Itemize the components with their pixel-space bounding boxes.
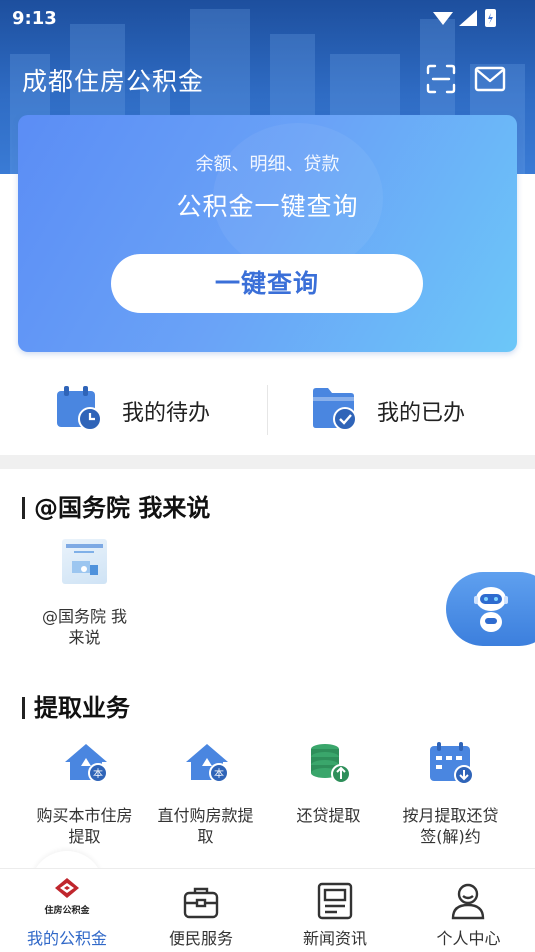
page-title: 成都住房公积金 [22,67,205,96]
svg-text:本: 本 [214,767,224,780]
house-icon: 本 [65,744,108,783]
withdraw-buy-local-house[interactable]: 购买本市住房 提取 [28,805,141,847]
my-pending-button[interactable]: 我的待办 [55,375,255,445]
briefcase-icon [183,887,219,919]
withdraw-loan-repayment[interactable]: 还贷提取 [270,805,387,826]
news-thumbnail-image[interactable] [62,539,107,584]
assistant-robot-button[interactable] [446,572,535,646]
one-click-query-button[interactable]: 一键查询 [111,254,423,313]
section-title-news: @国务院 我来说 [22,488,210,523]
bottom-tab-bar: 住房公积金 我的公积金 便民服务 新闻资讯 个人中心 [0,868,535,952]
tab-label: 新闻资讯 [302,929,367,948]
news-item-caption-line1: @国务院 我 [41,607,128,626]
coins-icon [311,744,351,784]
query-card-title: 公积金一键查询 [176,192,359,221]
tab-label: 我的公积金 [26,929,107,948]
section-title-news-text: @国务院 我来说 [34,494,211,522]
news-item[interactable]: @国务院 我 来说 [28,606,141,648]
tab-label: 个人中心 [436,929,501,948]
scan-icon[interactable] [426,64,456,94]
query-card: 余额、明细、贷款 公积金一键查询 一键查询 [18,115,517,352]
query-card-subtitle: 余额、明细、贷款 [195,154,340,175]
housing-fund-logo-text: 住房公积金 [44,906,90,916]
withdraw-caption-line1: 购买本市住房 [36,806,133,825]
news-thumbnail-icon [66,544,103,575]
wifi-icon [433,12,453,25]
withdraw-caption-line2: 签(解)约 [420,827,481,846]
my-pending-label: 我的待办 [122,401,211,426]
tab-news[interactable]: 新闻资讯 [268,869,402,952]
withdraw-caption-line1: 直付购房款提 [157,806,254,825]
withdraw-monthly-sign[interactable]: 按月提取还贷 签(解)约 [393,805,508,847]
divider [267,385,268,435]
user-icon [451,883,485,920]
section-separator [0,455,535,469]
tab-personal-center[interactable]: 个人中心 [402,869,535,952]
withdraw-caption-line1: 按月提取还贷 [402,806,499,825]
calendar-download-icon [430,742,474,785]
status-time: 9:13 [12,8,57,29]
mail-icon[interactable] [474,65,506,93]
robot-icon [474,587,508,632]
svg-text:本: 本 [93,767,103,780]
system-status-icons [433,9,496,27]
withdraw-caption-line2: 提取 [68,827,101,846]
news-icon [317,882,353,920]
withdraw-caption-line1: 还贷提取 [296,806,361,825]
withdraw-caption-line2: 取 [197,827,214,846]
signal-icon [459,10,477,26]
calendar-clock-icon [57,386,102,431]
section-title-withdraw-text: 提取业务 [34,694,130,722]
folder-check-icon [313,388,357,431]
tab-my-fund[interactable]: 住房公积金 我的公积金 [0,869,134,952]
tab-label: 便民服务 [168,929,233,948]
tab-convenience-services[interactable]: 便民服务 [134,869,268,952]
housing-fund-logo-icon [55,878,79,898]
house-icon: 本 [186,744,229,783]
my-done-label: 我的已办 [377,401,466,426]
section-title-withdraw: 提取业务 [22,688,130,723]
news-item-caption-line2: 来说 [68,628,101,647]
my-done-button[interactable]: 我的已办 [311,375,511,445]
withdraw-direct-payment[interactable]: 直付购房款提 取 [149,805,262,847]
status-bar: 9:13 [0,0,535,36]
